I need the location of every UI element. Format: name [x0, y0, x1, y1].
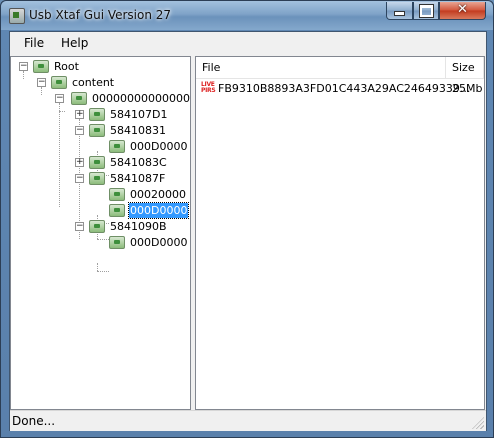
- folder-icon: [33, 60, 49, 73]
- collapse-icon[interactable]: −: [37, 78, 46, 87]
- tree-line: [97, 239, 109, 240]
- folder-tree[interactable]: − Root − content − 0000000000000000 + 58…: [10, 56, 191, 410]
- minimize-button[interactable]: [386, 2, 413, 20]
- tree-node-label[interactable]: 5841087F: [109, 171, 166, 186]
- menu-bar: File Help: [10, 32, 486, 54]
- client-area: File Help − Root − content − 00000000000…: [9, 31, 487, 431]
- tree-node-label[interactable]: Root: [53, 59, 80, 74]
- file-size: 25Mb: [452, 82, 483, 95]
- folder-icon: [71, 92, 87, 105]
- close-icon: ✕: [457, 2, 468, 17]
- tree-node-label[interactable]: 000D0000: [129, 139, 188, 154]
- tree-node-label[interactable]: 00020000: [129, 187, 187, 202]
- title-bar[interactable]: Usb Xtaf Gui Version 27 ✕: [1, 1, 493, 30]
- folder-icon: [89, 108, 105, 121]
- column-header-file[interactable]: File: [196, 57, 446, 79]
- close-button[interactable]: ✕: [439, 2, 486, 20]
- folder-icon: [89, 172, 105, 185]
- tree-line: [97, 271, 109, 272]
- tree-line: [23, 71, 24, 79]
- collapse-icon[interactable]: −: [19, 62, 28, 71]
- file-name[interactable]: FB9310B8893A3FD01C443A29AC24649339...: [218, 81, 470, 97]
- expand-icon[interactable]: +: [75, 110, 84, 119]
- tree-node-label[interactable]: 000D0000: [129, 235, 188, 250]
- tree-node-label[interactable]: 5841090B: [109, 219, 168, 234]
- app-window: Usb Xtaf Gui Version 27 ✕ File Help − Ro…: [0, 0, 494, 438]
- tree-node-label[interactable]: 0000000000000000: [91, 91, 190, 106]
- expand-icon[interactable]: +: [75, 158, 84, 167]
- maximize-button[interactable]: [413, 2, 439, 20]
- tree-node-label[interactable]: 5841083C: [109, 155, 168, 170]
- resize-grip-icon[interactable]: [472, 417, 484, 429]
- tree-node-label[interactable]: 58410831: [109, 123, 167, 138]
- file-row[interactable]: LIVE PIRS FB9310B8893A3FD01C443A29AC2464…: [196, 81, 484, 97]
- menu-help[interactable]: Help: [61, 36, 88, 50]
- live-icon-subtext: PIRS: [201, 87, 216, 94]
- app-icon[interactable]: [9, 8, 25, 24]
- tree-line: [41, 87, 42, 95]
- collapse-icon[interactable]: −: [75, 174, 84, 183]
- tree-node-label[interactable]: content: [71, 75, 115, 90]
- folder-icon: [109, 204, 125, 217]
- collapse-icon[interactable]: −: [55, 94, 64, 103]
- tree-node-label[interactable]: 000D0000: [127, 202, 190, 219]
- collapse-icon[interactable]: −: [75, 126, 84, 135]
- tree-line: [59, 103, 60, 207]
- folder-icon: [89, 124, 105, 137]
- folder-icon: [109, 188, 125, 201]
- minimize-icon: [394, 11, 405, 16]
- maximize-icon: [418, 4, 434, 18]
- file-list[interactable]: File Size LIVE PIRS FB9310B8893A3FD01C44…: [195, 56, 485, 410]
- column-header-size[interactable]: Size: [446, 57, 484, 79]
- status-text: Done...: [12, 414, 56, 428]
- folder-icon: [51, 76, 67, 89]
- collapse-icon[interactable]: −: [75, 222, 84, 231]
- folder-icon: [109, 140, 125, 153]
- menu-file[interactable]: File: [24, 36, 44, 50]
- folder-icon: [89, 156, 105, 169]
- window-title: Usb Xtaf Gui Version 27: [29, 8, 172, 22]
- status-bar: Done...: [10, 410, 486, 431]
- tree-line: [97, 263, 98, 271]
- tree-node-label[interactable]: 584107D1: [109, 107, 168, 122]
- folder-icon: [109, 236, 125, 249]
- folder-icon: [89, 220, 105, 233]
- tree-line: [59, 111, 65, 112]
- live-file-icon: LIVE PIRS: [201, 82, 217, 96]
